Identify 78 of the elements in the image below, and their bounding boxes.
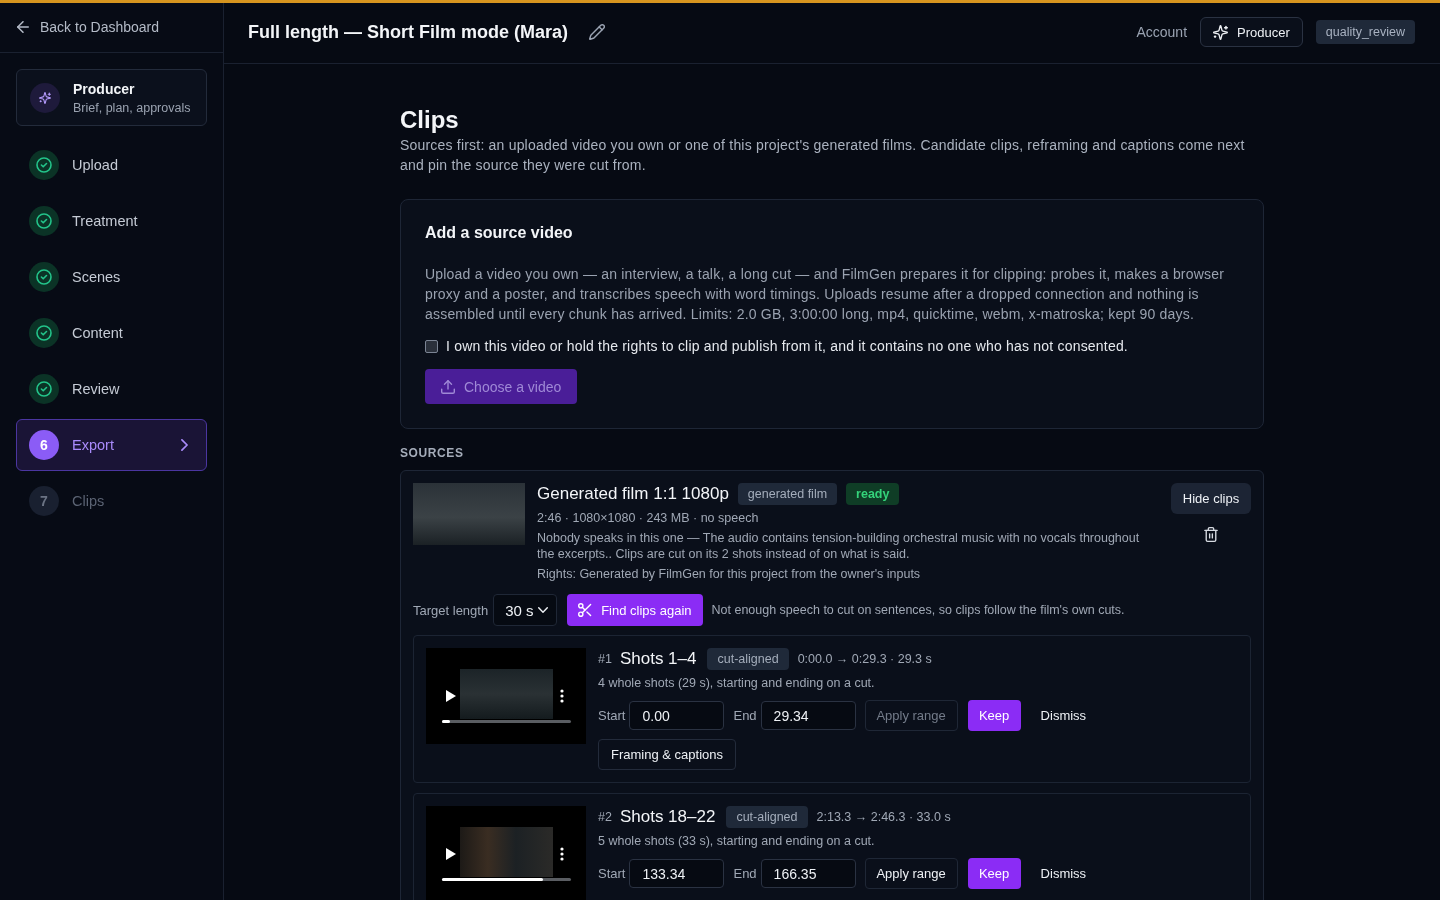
play-icon[interactable] bbox=[446, 690, 456, 702]
dismiss-button[interactable]: Dismiss bbox=[1030, 858, 1097, 889]
source-rights: Rights: Generated by FilmGen for this project from the owner's inputs bbox=[537, 566, 922, 582]
target-length-label: Target length bbox=[413, 602, 489, 618]
source-title: Generated film 1:1 1080p bbox=[537, 484, 729, 504]
sparkles-icon bbox=[30, 82, 60, 113]
check-circle-icon bbox=[29, 206, 59, 236]
producer-subtitle: Brief, plan, approvals bbox=[73, 99, 191, 116]
account-link[interactable]: Account bbox=[1136, 24, 1188, 40]
status-badge: generated film bbox=[737, 483, 838, 505]
start-label: Start bbox=[598, 866, 626, 881]
consent-label: I own this video or hold the rights to clip and publish from it, and it contains no one who has not consented. bbox=[446, 337, 1128, 356]
video-player[interactable] bbox=[426, 806, 586, 900]
sidebar-step[interactable]: Review bbox=[16, 363, 207, 415]
apply-range-button[interactable]: Apply range bbox=[864, 858, 958, 889]
check-circle-icon bbox=[29, 262, 59, 292]
more-menu-icon[interactable] bbox=[560, 689, 564, 703]
clip-title: Shots 18–22 bbox=[619, 807, 716, 827]
start-label: Start bbox=[598, 708, 626, 723]
clip-title: Shots 1–4 bbox=[619, 649, 697, 669]
section-label: SOURCES bbox=[400, 445, 465, 461]
find-clips-button[interactable]: Find clips again bbox=[567, 594, 703, 626]
page-description: Sources first: an uploaded video you own or one of this project's generated films. Candidate clips, reframing and captions come next and pin the source they were cut from. bbox=[400, 136, 1246, 175]
clip-badge: cut-aligned bbox=[726, 806, 808, 828]
consent-checkbox[interactable] bbox=[425, 339, 438, 353]
clip-number: #1 bbox=[598, 652, 612, 666]
dismiss-button[interactable]: Dismiss bbox=[1030, 700, 1097, 731]
page-title: Clips bbox=[400, 105, 460, 135]
clip-timing: 0:00.0 → 0:29.3 · 29.3 s bbox=[797, 652, 932, 666]
sidebar-step[interactable]: Content bbox=[16, 307, 207, 359]
producer-title: Producer bbox=[73, 79, 136, 98]
end-field[interactable]: 166.35 bbox=[760, 859, 856, 888]
target-length-select[interactable]: 30 s bbox=[493, 594, 558, 626]
scissors-icon bbox=[578, 603, 593, 617]
sidebar-step[interactable]: 6 Export bbox=[16, 419, 207, 471]
start-field[interactable]: 133.34 bbox=[629, 859, 725, 888]
step-number: 7 bbox=[29, 486, 59, 516]
upload-icon bbox=[441, 379, 455, 394]
sparkles-icon bbox=[1213, 24, 1229, 40]
card-description: Upload a video you own — an interview, a talk, a long cut — and FilmGen prepares it for clipping: probes it, makes a browser proxy and a poster, and transcribes speech with word timings. Uploads resume after a dropped connection and nothing is assembled until every chunk has arrived. Limits: 2.0 GB, 3:00:00 long, mp4, quicktime, webm, x-matroska; kept 90 days. bbox=[425, 265, 1226, 324]
source-description: Nobody speaks in this one — The audio contains tension-building orchestral music with no vocals throughout the excerpts.. Clips are cut on its 2 shots instead of on what is said. bbox=[537, 530, 1141, 562]
keep-button[interactable]: Keep bbox=[967, 700, 1021, 731]
check-circle-icon bbox=[29, 374, 59, 404]
sidebar-step[interactable]: Upload bbox=[16, 139, 207, 191]
pencil-icon[interactable] bbox=[589, 24, 605, 40]
step-number: 6 bbox=[29, 430, 59, 460]
project-title: Full length — Short Film mode (Mara) bbox=[248, 21, 568, 43]
start-field[interactable]: 0.00 bbox=[629, 701, 725, 730]
play-icon[interactable] bbox=[446, 848, 456, 860]
cut-note: Not enough speech to cut on sentences, so clips follow the film's own cuts. bbox=[711, 603, 1125, 617]
framing-captions-button[interactable]: Framing & captions bbox=[598, 739, 736, 770]
clip-number: #2 bbox=[598, 810, 612, 824]
producer-button[interactable]: Producer bbox=[1200, 17, 1303, 47]
end-label: End bbox=[733, 708, 757, 723]
chevron-down-icon bbox=[538, 607, 549, 613]
progress-track[interactable] bbox=[442, 878, 571, 881]
source-meta: 2:46 · 1080×1080 · 243 MB · no speech bbox=[537, 510, 760, 526]
end-field[interactable]: 29.34 bbox=[760, 701, 856, 730]
hide-clips-button[interactable]: Hide clips bbox=[1171, 483, 1251, 514]
check-circle-icon bbox=[29, 318, 59, 348]
card-title: Add a source video bbox=[425, 223, 574, 243]
clip-summary: 5 whole shots (33 s), starting and ending on a cut. bbox=[598, 833, 876, 849]
trash-icon[interactable] bbox=[1204, 527, 1218, 542]
chevron-right-icon bbox=[181, 439, 188, 451]
sidebar-step[interactable]: Treatment bbox=[16, 195, 207, 247]
sidebar-step[interactable]: Scenes bbox=[16, 251, 207, 303]
back-link[interactable]: Back to Dashboard bbox=[0, 3, 223, 53]
clip-timing: 2:13.3 → 2:46.3 · 33.0 s bbox=[816, 810, 951, 824]
more-menu-icon[interactable] bbox=[560, 847, 564, 861]
end-label: End bbox=[733, 866, 757, 881]
progress-track[interactable] bbox=[442, 720, 571, 723]
check-circle-icon bbox=[29, 150, 59, 180]
clip-summary: 4 whole shots (29 s), starting and ending on a cut. bbox=[598, 675, 876, 691]
keep-button[interactable]: Keep bbox=[967, 858, 1021, 889]
status-badge: ready bbox=[846, 483, 900, 505]
clip-badge: cut-aligned bbox=[707, 648, 789, 670]
role-badge: quality_review bbox=[1315, 20, 1415, 44]
producer-card[interactable]: Producer Brief, plan, approvals bbox=[16, 69, 207, 126]
